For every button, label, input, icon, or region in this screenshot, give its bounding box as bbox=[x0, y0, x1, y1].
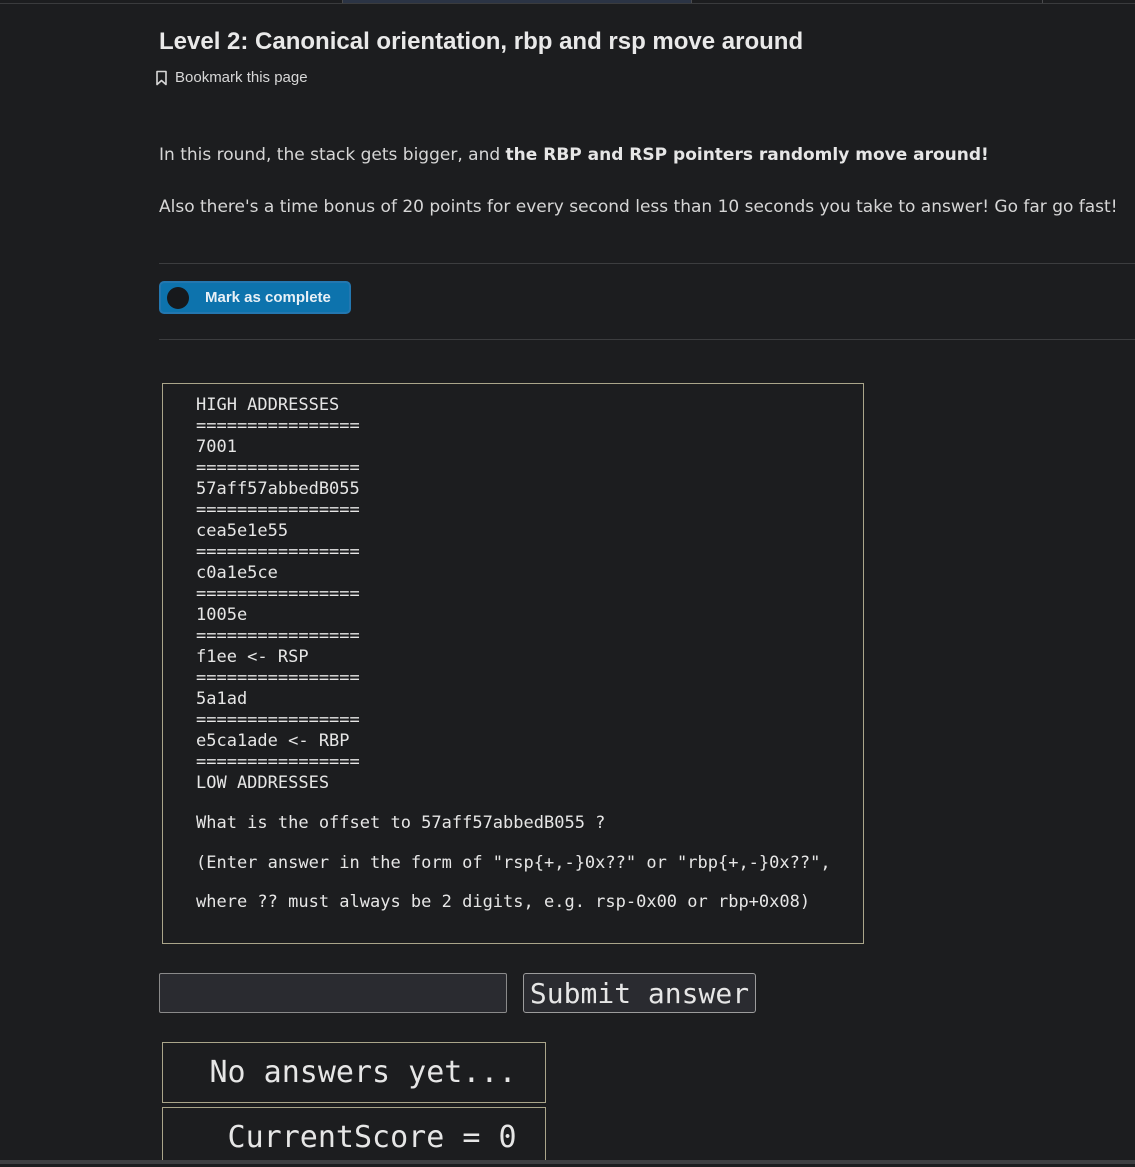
stack-line: ================ bbox=[196, 668, 360, 688]
answer-format-hint: (Enter answer in the form of "rsp{+,-}0x… bbox=[196, 853, 831, 873]
stack-line: ================ bbox=[196, 584, 360, 604]
stack-line: ================ bbox=[196, 710, 360, 730]
stack-line: ================ bbox=[196, 752, 360, 772]
mark-complete-label: Mark as complete bbox=[205, 289, 331, 306]
submit-answer-button[interactable]: Submit answer bbox=[523, 973, 756, 1013]
bookmark-icon bbox=[155, 70, 168, 86]
intro-paragraph: In this round, the stack gets bigger, an… bbox=[159, 145, 989, 165]
top-tab-bar bbox=[0, 0, 1135, 4]
intro-text: In this round, the stack gets bigger, an… bbox=[159, 145, 506, 165]
tab-separator bbox=[1042, 0, 1043, 3]
page-title: Level 2: Canonical orientation, rbp and … bbox=[159, 28, 804, 55]
stack-line: ================ bbox=[196, 416, 360, 436]
tab-separator bbox=[691, 0, 692, 3]
stack-challenge-panel: HIGH ADDRESSES ================ 7001 ===… bbox=[162, 383, 864, 944]
active-tab-indicator bbox=[342, 0, 691, 3]
stack-line: f1ee <- RSP bbox=[196, 647, 309, 667]
tab-separator bbox=[342, 0, 343, 3]
stack-line: 57aff57abbedB055 bbox=[196, 479, 360, 499]
stack-line: ================ bbox=[196, 626, 360, 646]
stack-line: 7001 bbox=[196, 437, 237, 457]
stack-line: ================ bbox=[196, 500, 360, 520]
toggle-indicator bbox=[167, 286, 189, 309]
bookmark-button[interactable]: Bookmark this page bbox=[155, 69, 308, 86]
bottom-scrollbar-strip bbox=[0, 1160, 1135, 1164]
stack-line: e5ca1ade <- RBP bbox=[196, 731, 350, 751]
answer-input[interactable] bbox=[159, 973, 507, 1013]
time-bonus-paragraph: Also there's a time bonus of 20 points f… bbox=[159, 197, 1118, 217]
stack-line: cea5e1e55 bbox=[196, 521, 289, 541]
stack-line: 5a1ad bbox=[196, 689, 248, 709]
stack-line: HIGH ADDRESSES bbox=[196, 395, 340, 415]
current-score-box: CurrentScore = 0 bbox=[162, 1107, 546, 1164]
divider bbox=[159, 263, 1135, 264]
stack-line: c0a1e5ce bbox=[196, 563, 278, 583]
intro-emphasis: the RBP and RSP pointers randomly move a… bbox=[505, 145, 989, 165]
stack-line: 1005e bbox=[196, 605, 248, 625]
offset-question: What is the offset to 57aff57abbedB055 ? bbox=[196, 813, 606, 833]
answer-format-example: where ?? must always be 2 digits, e.g. r… bbox=[196, 892, 811, 912]
stack-line: ================ bbox=[196, 458, 360, 478]
stack-line: ================ bbox=[196, 542, 360, 562]
bookmark-label: Bookmark this page bbox=[175, 69, 308, 86]
mark-complete-toggle[interactable]: Mark as complete bbox=[159, 281, 351, 314]
stack-line: LOW ADDRESSES bbox=[196, 773, 330, 793]
divider bbox=[159, 339, 1135, 340]
answer-status-box: No answers yet... bbox=[162, 1042, 546, 1103]
